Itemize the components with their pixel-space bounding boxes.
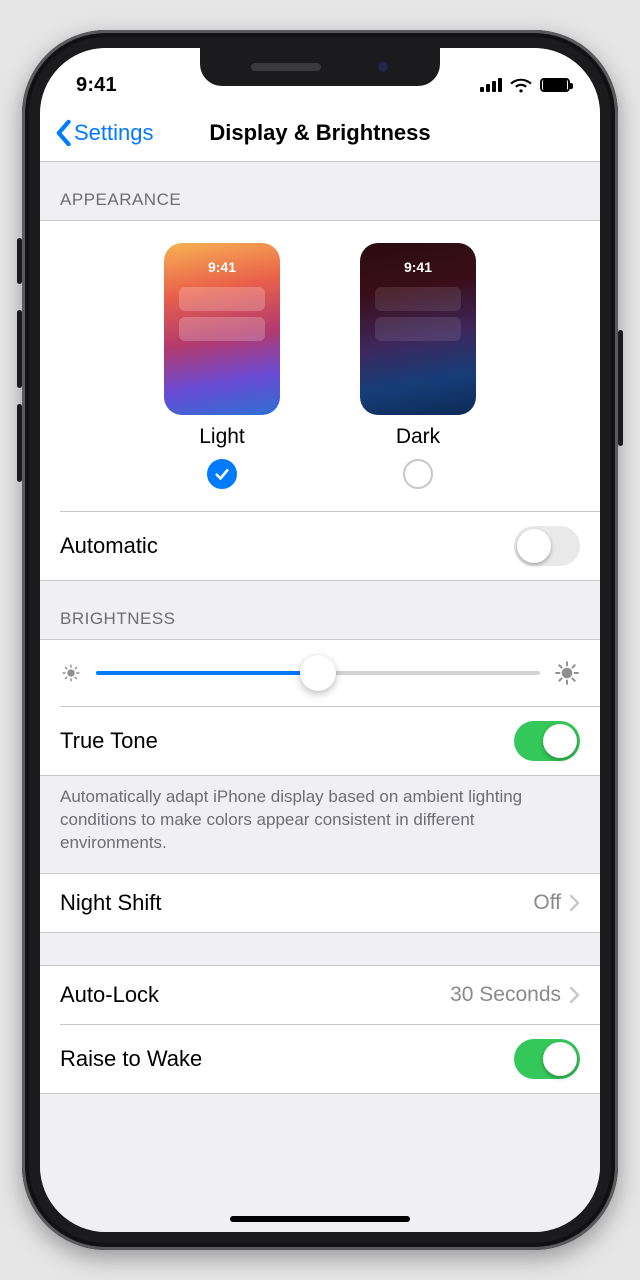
preview-dark: 9:41 — [360, 243, 476, 415]
row-true-tone: True Tone — [40, 707, 600, 775]
radio-dark[interactable] — [403, 459, 433, 489]
preview-widget — [179, 317, 265, 341]
preview-widget — [179, 287, 265, 311]
volume-down-button — [17, 404, 22, 482]
sun-min-icon — [60, 662, 82, 684]
true-tone-description: Automatically adapt iPhone display based… — [40, 776, 600, 873]
toggle-automatic[interactable] — [514, 526, 580, 566]
appearance-label-light: Light — [199, 425, 245, 449]
row-value: Off — [533, 891, 561, 915]
radio-light[interactable] — [207, 459, 237, 489]
brightness-slider[interactable] — [96, 671, 540, 675]
page-title: Display & Brightness — [209, 120, 430, 146]
appearance-option-dark[interactable]: 9:41 Dark — [360, 243, 476, 489]
checkmark-icon — [213, 465, 231, 483]
row-night-shift[interactable]: Night Shift Off — [40, 874, 600, 932]
chevron-right-icon — [569, 986, 580, 1004]
side-button — [618, 330, 623, 446]
sun-max-icon — [554, 660, 580, 686]
toggle-raise-to-wake[interactable] — [514, 1039, 580, 1079]
row-label: Night Shift — [60, 890, 162, 916]
wifi-icon — [510, 77, 532, 93]
slider-thumb[interactable] — [300, 655, 336, 691]
cellular-icon — [480, 78, 502, 92]
brightness-group: True Tone — [40, 639, 600, 776]
nav-bar: Settings Display & Brightness — [40, 104, 600, 162]
preview-time: 9:41 — [208, 259, 236, 275]
chevron-left-icon — [54, 119, 72, 147]
chevron-right-icon — [569, 894, 580, 912]
preview-time: 9:41 — [404, 259, 432, 275]
row-label: Raise to Wake — [60, 1046, 202, 1072]
row-value: 30 Seconds — [450, 983, 561, 1007]
row-label: Auto-Lock — [60, 982, 159, 1008]
preview-widget — [375, 317, 461, 341]
preview-widget — [375, 287, 461, 311]
row-automatic: Automatic — [40, 512, 600, 580]
screen: 9:41 Settings Display & Brightness APPEA… — [40, 48, 600, 1232]
row-raise-to-wake: Raise to Wake — [40, 1025, 600, 1093]
slider-fill — [96, 671, 318, 675]
device-frame: 9:41 Settings Display & Brightness APPEA… — [22, 30, 618, 1250]
appearance-option-light[interactable]: 9:41 Light — [164, 243, 280, 489]
toggle-true-tone[interactable] — [514, 721, 580, 761]
night-shift-group: Night Shift Off — [40, 873, 600, 933]
earpiece — [251, 63, 321, 71]
notch — [200, 48, 440, 86]
volume-up-button — [17, 310, 22, 388]
row-label: Automatic — [60, 533, 158, 559]
section-header-brightness: BRIGHTNESS — [40, 581, 600, 639]
row-auto-lock[interactable]: Auto-Lock 30 Seconds — [40, 966, 600, 1024]
brightness-slider-row — [40, 640, 600, 706]
battery-icon — [540, 78, 570, 92]
appearance-group: 9:41 Light 9:41 — [40, 220, 600, 581]
content: APPEARANCE 9:41 Light — [40, 162, 600, 1232]
back-button[interactable]: Settings — [54, 104, 154, 161]
row-label: True Tone — [60, 728, 158, 754]
appearance-label-dark: Dark — [396, 425, 440, 449]
home-indicator[interactable] — [230, 1216, 410, 1222]
lock-group: Auto-Lock 30 Seconds Raise to Wake — [40, 965, 600, 1094]
section-header-appearance: APPEARANCE — [40, 162, 600, 220]
preview-light: 9:41 — [164, 243, 280, 415]
front-camera — [377, 61, 389, 73]
back-label: Settings — [74, 120, 154, 146]
mute-switch — [17, 238, 22, 284]
status-time: 9:41 — [76, 74, 117, 97]
